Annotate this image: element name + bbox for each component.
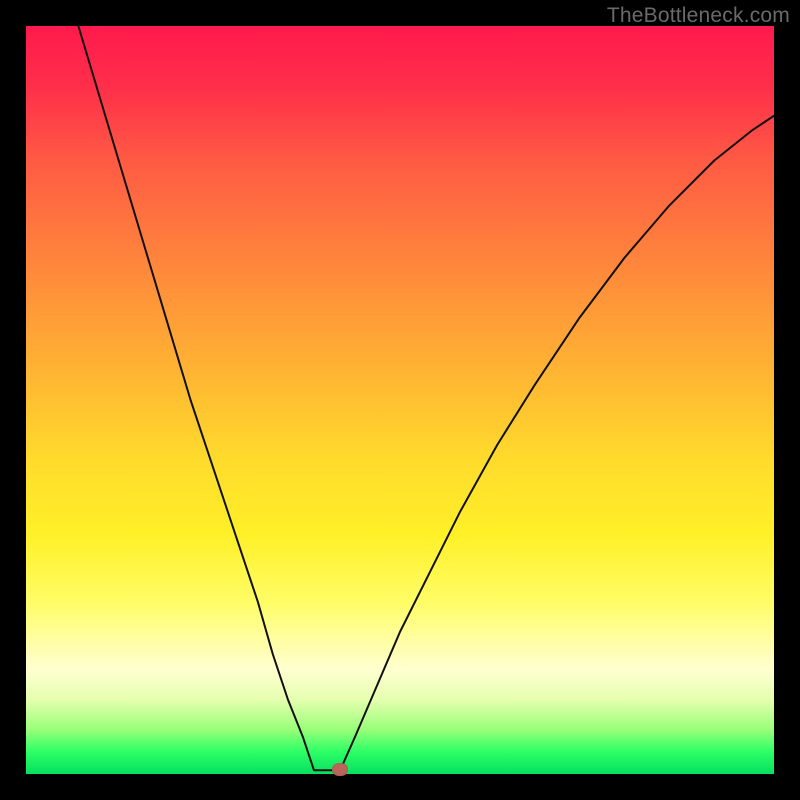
optimum-marker (332, 763, 348, 776)
watermark-text: TheBottleneck.com (607, 4, 790, 28)
plot-area (26, 26, 774, 774)
chart-frame: TheBottleneck.com (0, 0, 800, 800)
bottleneck-curve (26, 26, 774, 774)
